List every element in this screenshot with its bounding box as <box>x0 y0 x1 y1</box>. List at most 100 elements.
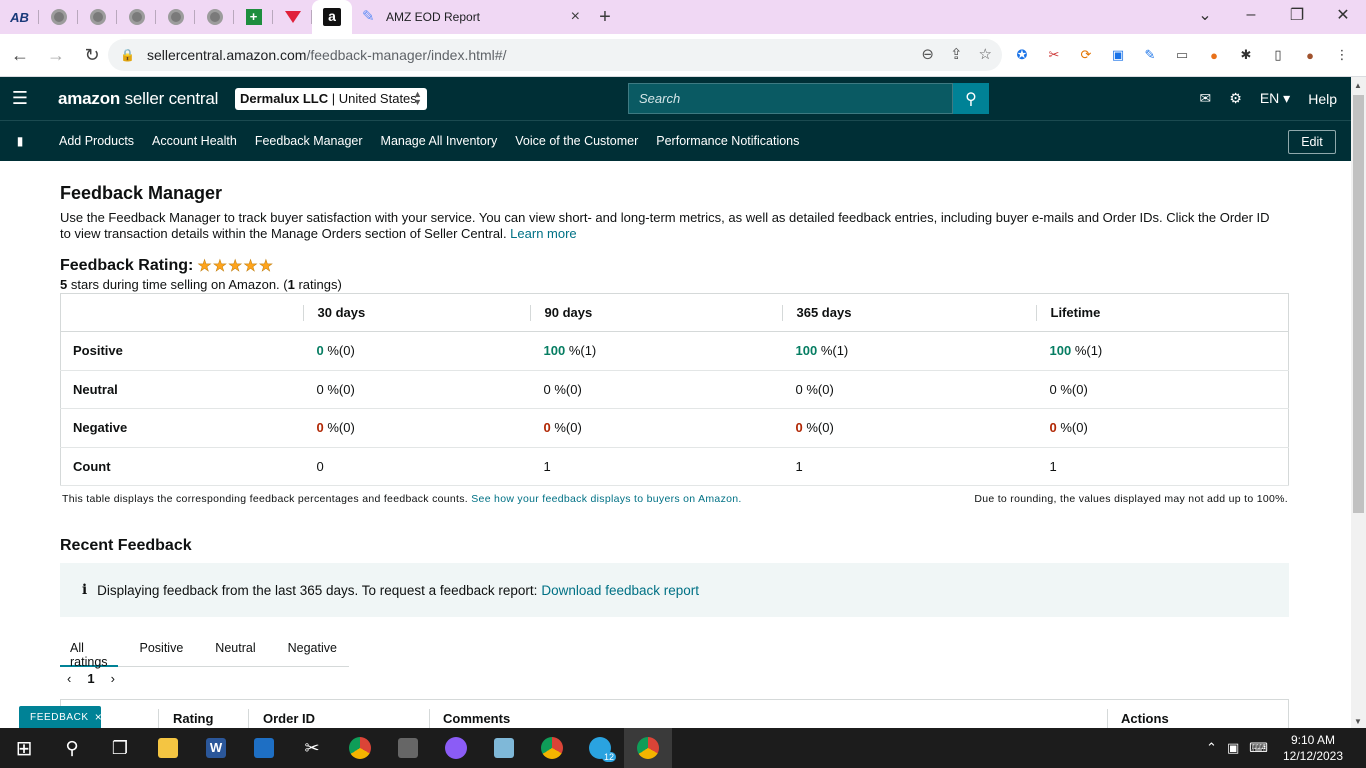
ab-favicon-icon: AB <box>10 9 29 25</box>
address-bar[interactable]: 🔒 sellercentral.amazon.com/feedback-mana… <box>108 39 1002 71</box>
network-icon[interactable]: ▣ <box>1227 740 1239 756</box>
zoom-icon[interactable]: ⊖ <box>921 45 934 63</box>
app-icon[interactable] <box>480 728 528 768</box>
extensions-puzzle-icon[interactable]: ✱ <box>1236 45 1256 65</box>
recent-feedback-title: Recent Feedback <box>60 537 192 554</box>
download-report-link[interactable]: Download feedback report <box>541 583 699 598</box>
nav-voice-of-customer[interactable]: Voice of the Customer <box>515 134 638 148</box>
learn-more-link[interactable]: Learn more <box>510 226 576 241</box>
amazon-favicon-icon: a <box>323 8 341 26</box>
system-clock[interactable]: 9:10 AM 12/12/2023 <box>1282 732 1344 764</box>
pinned-tab-ab[interactable]: AB <box>0 0 39 34</box>
page-scrollbar[interactable]: ▲ ▼ <box>1351 77 1366 728</box>
extension-icon[interactable]: ✎ <box>1140 45 1160 65</box>
scroll-down-icon[interactable]: ▼ <box>1354 717 1362 726</box>
chrome-menu-icon[interactable]: ⋮ <box>1332 45 1352 65</box>
feedback-rating: Feedback Rating: ★★★★★ <box>60 256 1290 276</box>
tab-negative[interactable]: Negative <box>278 631 347 667</box>
minimize-button[interactable]: – <box>1228 0 1274 30</box>
extension-icons: ✪ ✂ ⟳ ▣ ✎ ▭ ● ✱ ▯ ● ⋮ <box>1012 45 1352 65</box>
chrome-active-icon[interactable] <box>624 728 672 768</box>
tab-all-ratings[interactable]: All ratings <box>60 631 118 669</box>
nav-add-products[interactable]: Add Products <box>59 134 134 148</box>
chevron-left-icon[interactable]: ‹ <box>67 671 71 686</box>
extension-icon[interactable]: ● <box>1204 45 1224 65</box>
tab-close-icon[interactable]: × <box>571 8 580 26</box>
nav-performance-notifications[interactable]: Performance Notifications <box>656 134 799 148</box>
keyboard-icon[interactable]: ⌨ <box>1249 740 1268 756</box>
app-icon[interactable] <box>240 728 288 768</box>
tab-positive[interactable]: Positive <box>130 631 194 667</box>
globe-favicon-icon <box>167 9 184 25</box>
hamburger-menu-icon[interactable]: ☰ <box>0 88 40 109</box>
chevron-right-icon[interactable]: › <box>111 671 115 686</box>
extension-icon[interactable]: ▭ <box>1172 45 1192 65</box>
bookmark-icon[interactable]: ▮ <box>0 134 40 148</box>
bookmark-star-icon[interactable]: ☆ <box>979 45 992 63</box>
pinned-tab-globe-3[interactable] <box>117 0 156 34</box>
chrome-icon[interactable] <box>336 728 384 768</box>
col-order-id[interactable]: Order ID <box>263 711 315 726</box>
col-header: 365 days <box>781 304 1036 321</box>
tab-neutral[interactable]: Neutral <box>205 631 265 667</box>
help-link[interactable]: Help <box>1308 91 1337 107</box>
windows-start-icon[interactable]: ⊞ <box>0 728 48 768</box>
gear-icon[interactable]: ⚙ <box>1229 90 1242 107</box>
mail-icon[interactable]: ✉ <box>1200 90 1212 107</box>
pinned-tab-red[interactable] <box>273 0 312 34</box>
task-view-icon[interactable]: ❐ <box>96 728 144 768</box>
lock-icon[interactable]: 🔒 <box>120 48 135 62</box>
col-rating[interactable]: Rating <box>173 711 213 726</box>
profile-avatar[interactable]: ● <box>1300 45 1320 65</box>
scrollbar-thumb[interactable] <box>1353 95 1364 513</box>
seller-central-logo[interactable]: amazon seller central <box>58 89 218 109</box>
account-switcher[interactable]: Dermalux LLC | United States ▲ ▼ <box>235 88 427 110</box>
search-icon: ⚲ <box>965 90 977 108</box>
col-comments[interactable]: Comments <box>443 711 510 726</box>
calculator-icon[interactable] <box>384 728 432 768</box>
col-actions[interactable]: Actions <box>1121 711 1169 726</box>
extension-icon[interactable]: ⟳ <box>1076 45 1096 65</box>
reload-button[interactable]: ↻ <box>76 39 108 71</box>
extension-icon[interactable]: ✂ <box>1044 45 1064 65</box>
tab-search-icon[interactable]: ⌄ <box>1182 0 1228 30</box>
chrome-profile-icon[interactable] <box>528 728 576 768</box>
snipping-tool-icon[interactable]: ✂ <box>288 728 336 768</box>
word-icon[interactable]: W <box>192 728 240 768</box>
extension-icon[interactable]: ▣ <box>1108 45 1128 65</box>
search-input[interactable]: Search <box>628 83 953 114</box>
browser-tab-active[interactable]: ✎ AMZ EOD Report × <box>352 0 590 34</box>
restore-button[interactable]: ❐ <box>1274 0 1320 30</box>
side-panel-icon[interactable]: ▯ <box>1268 45 1288 65</box>
feedback-button[interactable]: FEEDBACK × <box>19 706 103 728</box>
pinned-tab-amazon[interactable]: a <box>312 0 352 34</box>
close-icon[interactable]: × <box>95 710 103 724</box>
pinned-tab-sheets[interactable]: + <box>234 0 273 34</box>
new-tab-button[interactable]: + <box>590 0 620 34</box>
pinned-tab-globe-1[interactable] <box>39 0 78 34</box>
current-page[interactable]: 1 <box>87 671 94 686</box>
telegram-icon[interactable]: 12 <box>576 728 624 768</box>
recent-feedback-table-header: Rating Order ID Comments Actions <box>60 699 1289 729</box>
search-button[interactable]: ⚲ <box>953 83 989 114</box>
pinned-tab-globe-2[interactable] <box>78 0 117 34</box>
search-icon[interactable]: ⚲ <box>48 728 96 768</box>
pinned-tab-globe-5[interactable] <box>195 0 234 34</box>
messenger-icon[interactable] <box>432 728 480 768</box>
account-region: | United States <box>328 91 417 106</box>
close-window-button[interactable]: ✕ <box>1320 0 1366 30</box>
nav-account-health[interactable]: Account Health <box>152 134 237 148</box>
back-button[interactable]: ← <box>4 39 36 71</box>
edit-nav-button[interactable]: Edit <box>1288 130 1336 154</box>
chevron-up-icon[interactable]: ⌃ <box>1206 740 1217 756</box>
nav-manage-inventory[interactable]: Manage All Inventory <box>381 134 498 148</box>
pinned-tab-globe-4[interactable] <box>156 0 195 34</box>
scroll-up-icon[interactable]: ▲ <box>1354 81 1362 90</box>
language-selector[interactable]: EN ▾ <box>1260 90 1290 107</box>
feedback-display-link[interactable]: See how your feedback displays to buyers… <box>471 493 741 505</box>
forward-button[interactable]: → <box>40 39 72 71</box>
share-icon[interactable]: ⇪ <box>950 45 963 63</box>
file-explorer-icon[interactable] <box>144 728 192 768</box>
nav-feedback-manager[interactable]: Feedback Manager <box>255 134 363 148</box>
extension-icon[interactable]: ✪ <box>1012 45 1032 65</box>
